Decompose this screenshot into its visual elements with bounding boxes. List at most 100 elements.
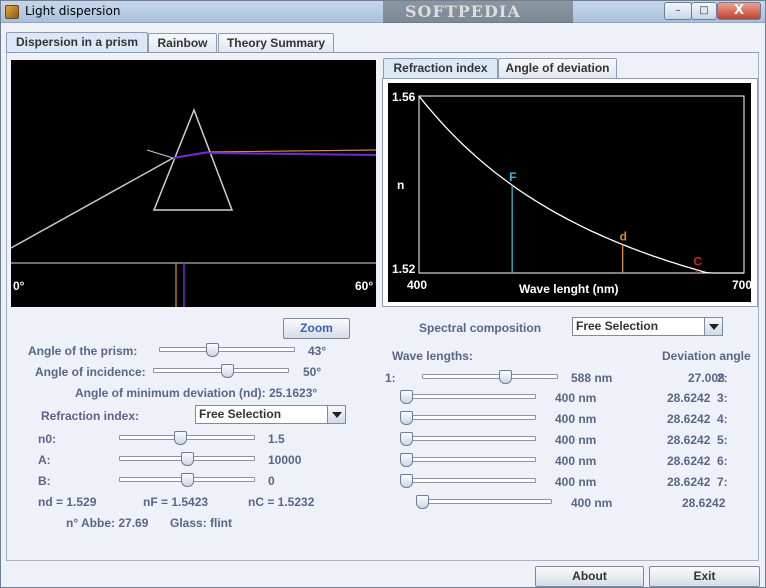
row-index-label: 3:: [717, 391, 728, 405]
refraction-index-label: Refraction index:: [41, 409, 140, 423]
abbe-number: n° Abbe: 27.69: [66, 516, 149, 530]
spectral-composition-selected: Free Selection: [576, 319, 659, 333]
param-n0-slider[interactable]: [119, 431, 255, 445]
param-a-slider[interactable]: [119, 452, 255, 466]
spectral-composition-label: Spectral composition: [419, 321, 542, 335]
nd-value: nd = 1.529: [38, 495, 97, 509]
deviation-angle-value: 28.6242: [667, 391, 711, 405]
about-button[interactable]: About: [535, 566, 644, 587]
slider-knob[interactable]: [180, 452, 194, 466]
normal-line: [146, 149, 174, 159]
param-b-label: B:: [38, 474, 51, 488]
wavelength-slider-6[interactable]: [400, 474, 536, 488]
window-title: Light dispersion: [25, 4, 121, 18]
prism-view[interactable]: 0° 60°: [11, 60, 376, 307]
wavelength-slider-3[interactable]: [400, 411, 536, 425]
wavelength-slider-4[interactable]: [400, 432, 536, 446]
zoom-button[interactable]: Zoom: [283, 318, 350, 339]
x-min-label: 400: [407, 278, 427, 292]
spectral-composition-select[interactable]: Free Selection: [572, 317, 723, 336]
x-axis-label: Wave lenght (nm): [519, 282, 619, 296]
wavelength-value: 588 nm: [571, 371, 613, 385]
tab-refraction-index[interactable]: Refraction index: [383, 58, 498, 79]
deviation-angle-header: Deviation angle: [662, 349, 751, 363]
wavelength-slider-7[interactable]: [416, 495, 552, 509]
prism-angle-slider[interactable]: [159, 343, 295, 357]
slider-knob[interactable]: [400, 474, 413, 488]
slider-knob[interactable]: [180, 473, 194, 487]
refraction-index-select[interactable]: Free Selection: [195, 405, 346, 424]
row-index-label: 6:: [717, 454, 728, 468]
incidence-angle-value: 50°: [303, 365, 322, 379]
exit-button[interactable]: Exit: [649, 566, 760, 587]
refracted-ray: [172, 151, 210, 159]
wavelength-slider-1[interactable]: [422, 370, 558, 384]
chevron-down-icon[interactable]: [327, 406, 345, 423]
tab-angle-of-deviation[interactable]: Angle of deviation: [498, 58, 617, 78]
watermark-logo: SOFTPEDIA: [383, 1, 573, 23]
glass-type: Glass: flint: [170, 516, 233, 530]
wavelength-slider-5[interactable]: [400, 453, 536, 467]
row-index-label: 7:: [717, 475, 728, 489]
tab-rainbow[interactable]: Rainbow: [148, 33, 217, 53]
wavelength-value: 400 nm: [555, 433, 597, 447]
nf-value: nF = 1.5423: [143, 495, 209, 509]
slider-knob[interactable]: [400, 453, 413, 467]
deviation-angle-value: 28.6242: [667, 433, 711, 447]
scale-min-label: 0°: [13, 279, 25, 293]
scale-max-label: 60°: [355, 279, 373, 293]
row-index-label: 5:: [717, 433, 728, 447]
tab-dispersion-in-a-prism[interactable]: Dispersion in a prism: [6, 32, 148, 53]
wavelength-value: 400 nm: [555, 475, 597, 489]
slider-knob[interactable]: [220, 364, 234, 378]
param-b-slider[interactable]: [119, 473, 255, 487]
param-n0-label: n0:: [38, 432, 56, 446]
wavelength-value: 400 nm: [571, 496, 613, 510]
slider-knob[interactable]: [174, 431, 188, 445]
chevron-down-icon[interactable]: [704, 318, 722, 335]
slider-knob[interactable]: [400, 432, 413, 446]
param-n0-value: 1.5: [268, 432, 285, 446]
emergent-ray-violet: [208, 152, 376, 156]
nc-value: nC = 1.5232: [248, 495, 315, 509]
dispersion-curve: [418, 95, 744, 274]
slider-knob[interactable]: [205, 343, 219, 357]
close-button[interactable]: X: [717, 2, 761, 20]
minimize-button[interactable]: –: [664, 2, 692, 20]
slider-knob[interactable]: [499, 370, 513, 384]
deviation-angle-value: 28.6242: [667, 412, 711, 426]
maximize-button[interactable]: □: [691, 2, 717, 20]
y-min-label: 1.52: [392, 262, 416, 276]
wavelength-value: 400 nm: [555, 391, 597, 405]
emergent-ray-orange: [208, 149, 376, 153]
param-b-value: 0: [268, 474, 275, 488]
x-max-label: 700: [732, 278, 751, 292]
param-a-label: A:: [38, 453, 51, 467]
wavelength-value: 400 nm: [555, 454, 597, 468]
deviation-angle-value: 28.6242: [682, 496, 726, 510]
graph-frame: [418, 95, 745, 274]
prism-shape: [152, 107, 234, 211]
wavelength-slider-2[interactable]: [400, 390, 536, 404]
spectral-line-label: C: [693, 255, 702, 269]
y-axis-label: n: [397, 178, 404, 192]
slider-knob[interactable]: [400, 390, 413, 404]
title-bar[interactable]: Light dispersion SOFTPEDIA – □ X: [1, 1, 765, 23]
application-window: Light dispersion SOFTPEDIA – □ X Dispers…: [0, 0, 766, 588]
row-index-label: 2:: [717, 371, 728, 385]
incidence-angle-slider[interactable]: [153, 364, 289, 378]
row-index-label: 1:: [385, 371, 396, 385]
incident-ray: [11, 157, 174, 249]
row-index-label: 4:: [717, 412, 728, 426]
y-max-label: 1.56: [392, 90, 416, 104]
prism-angle-value: 43°: [308, 344, 327, 358]
min-deviation-text: Angle of minimum deviation (nd): 25.1623…: [75, 386, 318, 400]
wavelengths-header: Wave lengths:: [392, 349, 473, 363]
slider-knob[interactable]: [416, 495, 429, 509]
app-icon: [5, 5, 19, 19]
slider-knob[interactable]: [400, 411, 413, 425]
tab-theory-summary[interactable]: Theory Summary: [218, 33, 334, 53]
deviation-angle-value: 28.6242: [667, 475, 711, 489]
refraction-index-graph: Fd C 1.56 1.52 n 400 700 Wave lenght (nm): [388, 83, 751, 302]
incidence-angle-label: Angle of incidence:: [35, 365, 146, 379]
